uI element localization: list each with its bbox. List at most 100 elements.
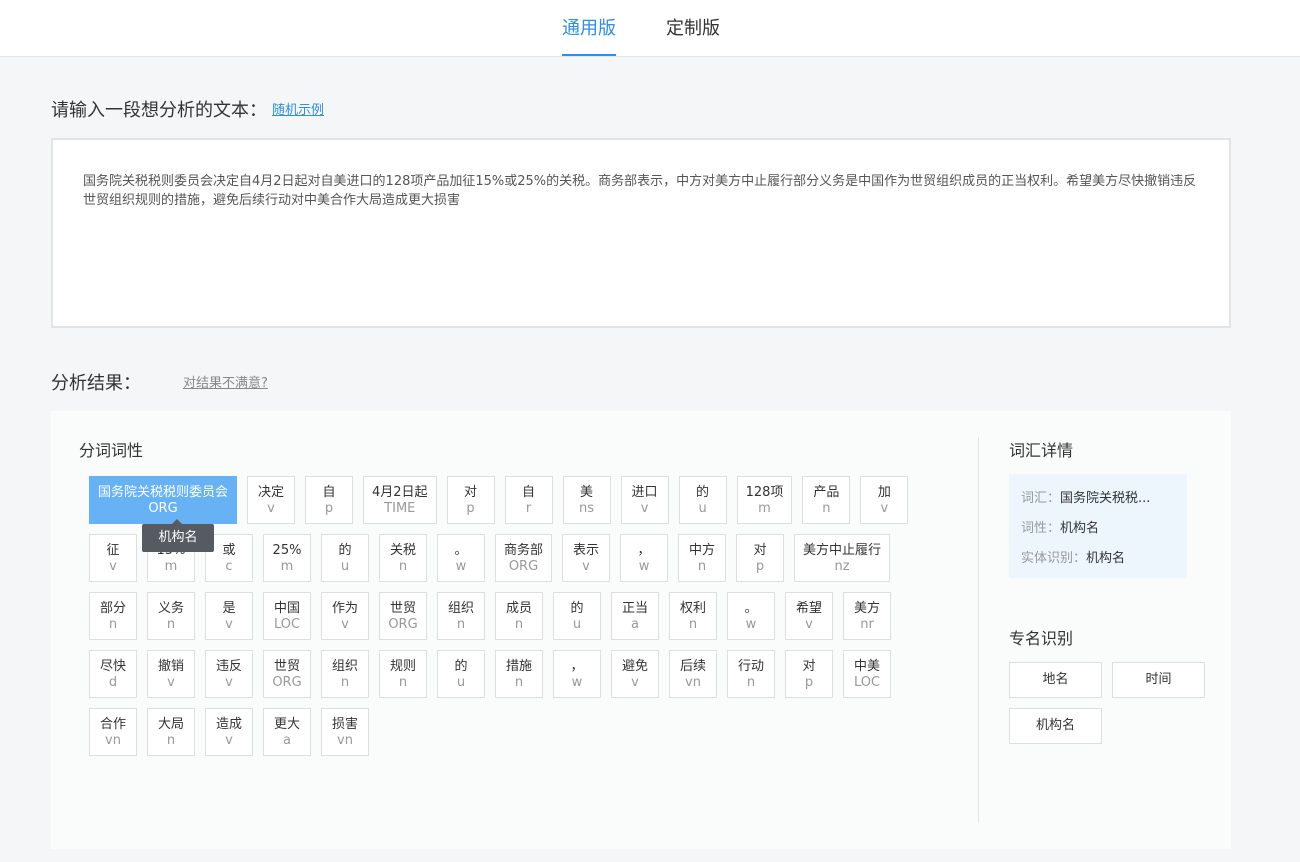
token-chip[interactable]: 对p bbox=[446, 476, 495, 524]
token-chip[interactable]: 作为 v bbox=[321, 592, 369, 640]
top-nav: 通用版 定制版 bbox=[0, 0, 1300, 57]
token-chip[interactable]: 措施 n bbox=[495, 650, 543, 698]
token-chip[interactable]: 组织 n bbox=[437, 592, 485, 640]
token-chip[interactable]: 造成 v bbox=[205, 708, 253, 756]
token-chip[interactable]: 世贸 ORG bbox=[379, 592, 427, 640]
token-chip[interactable]: 征v bbox=[89, 534, 137, 582]
token-chip[interactable]: 关税 n bbox=[379, 534, 427, 582]
token-chip[interactable]: 尽快 d bbox=[89, 650, 137, 698]
detail-word-key: 词汇： bbox=[1021, 491, 1061, 506]
token-chip[interactable]: 表示 v bbox=[562, 534, 611, 582]
token-tag: p bbox=[755, 558, 765, 574]
token-chip[interactable]: 的u bbox=[437, 650, 485, 698]
tooltip-text: 机构名 bbox=[158, 530, 198, 545]
token-chip[interactable]: 权利 n bbox=[669, 592, 717, 640]
token-chip[interactable]: 商务部 ORG bbox=[495, 534, 553, 582]
token-chip[interactable]: 义务 n bbox=[147, 592, 195, 640]
token-word: 25% bbox=[272, 542, 302, 558]
token-word: 征 bbox=[106, 542, 120, 558]
token-chip[interactable]: 避免 v bbox=[611, 650, 659, 698]
token-chip[interactable]: 成员 n bbox=[495, 592, 543, 640]
token-chip[interactable]: 对p bbox=[785, 650, 833, 698]
token-chip[interactable]: 进口 v bbox=[620, 476, 669, 524]
token-tag: w bbox=[571, 674, 583, 690]
token-chip[interactable]: 中方 n bbox=[678, 534, 727, 582]
token-tag: d bbox=[108, 674, 118, 690]
token-chip[interactable]: 中美 LOC bbox=[843, 650, 891, 698]
token-chip[interactable]: ， w bbox=[553, 650, 601, 698]
token-tag: LOC bbox=[853, 674, 881, 690]
token-chip[interactable]: 规则 n bbox=[379, 650, 427, 698]
text-input-area[interactable]: 国务院关税税则委员会决定自4月2日起对自美进口的128项产品加征15%或25%的… bbox=[51, 138, 1231, 328]
token-tag: n bbox=[166, 732, 176, 748]
token-chip[interactable]: 。 w bbox=[437, 534, 485, 582]
tab-general[interactable]: 通用版 bbox=[562, 14, 616, 56]
token-chip[interactable]: 对p bbox=[736, 534, 785, 582]
token-chip[interactable]: 是v bbox=[205, 592, 253, 640]
token-word: 决定 bbox=[258, 484, 285, 500]
token-chip[interactable]: 希望 v bbox=[785, 592, 833, 640]
token-tag: v bbox=[109, 558, 117, 574]
token-chip[interactable]: 美方 nr bbox=[843, 592, 891, 640]
token-word: 中方 bbox=[689, 542, 716, 558]
token-tag: n bbox=[166, 616, 176, 632]
token-chip[interactable]: 的u bbox=[321, 534, 369, 582]
unsatisfied-link[interactable]: 对结果不满意? bbox=[183, 372, 268, 391]
token-word: 损害 bbox=[331, 716, 358, 732]
token-word: 撤销 bbox=[157, 658, 184, 674]
token-word: 产品 bbox=[813, 484, 840, 500]
token-chip[interactable]: 组织 n bbox=[321, 650, 369, 698]
token-chip[interactable]: 后续 vn bbox=[669, 650, 717, 698]
token-chip[interactable]: 损害 vn bbox=[321, 708, 369, 756]
token-tag: v bbox=[582, 558, 590, 574]
token-chip[interactable]: 美 ns bbox=[562, 476, 611, 524]
token-word: 国务院关税税则委员会 bbox=[98, 484, 229, 500]
token-chip[interactable]: 正当 a bbox=[611, 592, 659, 640]
token-chip[interactable]: 4月2日起 TIME bbox=[363, 476, 437, 524]
token-chip[interactable]: 的u bbox=[678, 476, 727, 524]
ner-organization-button[interactable]: 机构名 bbox=[1009, 708, 1102, 744]
token-chip[interactable]: 决定 v bbox=[247, 476, 296, 524]
token-tag: r bbox=[525, 500, 532, 516]
word-detail-title: 词汇详情 bbox=[1009, 441, 1074, 460]
token-word: 4月2日起 bbox=[372, 484, 428, 500]
token-chip[interactable]: 行动 n bbox=[727, 650, 775, 698]
token-tag: a bbox=[283, 732, 291, 748]
token-tag: n bbox=[746, 674, 756, 690]
token-chip[interactable]: 128项 m bbox=[736, 476, 793, 524]
token-chip[interactable]: 部分 n bbox=[89, 592, 137, 640]
input-label: 请输入一段想分析的文本： bbox=[51, 100, 267, 121]
token-tag: ORG bbox=[272, 674, 302, 690]
token-chip[interactable]: 世贸 ORG bbox=[263, 650, 311, 698]
token-chip[interactable]: 25% m bbox=[263, 534, 311, 582]
token-chip[interactable]: 自p bbox=[305, 476, 354, 524]
token-chip[interactable]: ， w bbox=[620, 534, 669, 582]
token-chip[interactable]: 违反 v bbox=[205, 650, 253, 698]
token-chip[interactable]: 加v bbox=[860, 476, 909, 524]
token-tag: v bbox=[225, 616, 233, 632]
ner-location-button[interactable]: 地名 bbox=[1009, 662, 1102, 698]
token-tag: n bbox=[456, 616, 466, 632]
random-example-link[interactable]: 随机示例 bbox=[272, 99, 324, 118]
token-chip[interactable]: 的u bbox=[553, 592, 601, 640]
ner-time-button[interactable]: 时间 bbox=[1112, 662, 1205, 698]
token-word: 的 bbox=[570, 600, 584, 616]
token-chip[interactable]: 国务院关税税则委员会 ORG 机构名 bbox=[89, 476, 238, 552]
token-word: 组织 bbox=[331, 658, 358, 674]
token-word: 进口 bbox=[631, 484, 658, 500]
token-word: 尽快 bbox=[99, 658, 126, 674]
token-chip[interactable]: 合作 vn bbox=[89, 708, 137, 756]
tab-custom[interactable]: 定制版 bbox=[666, 14, 720, 56]
token-chip[interactable]: 自r bbox=[504, 476, 553, 524]
token-chip[interactable]: 撤销 v bbox=[147, 650, 195, 698]
token-tag: u bbox=[698, 500, 707, 516]
token-tag: n bbox=[398, 674, 408, 690]
token-chip[interactable]: 。 w bbox=[727, 592, 775, 640]
token-chip[interactable]: 美方中止履行 nz bbox=[794, 534, 891, 582]
token-chip[interactable]: 大局 n bbox=[147, 708, 195, 756]
token-chip[interactable]: 产品 n bbox=[802, 476, 851, 524]
token-chip[interactable]: 更大 a bbox=[263, 708, 311, 756]
detail-ner-row: 实体识别：机构名 bbox=[1021, 544, 1175, 574]
token-chip[interactable]: 中国 LOC bbox=[263, 592, 311, 640]
detail-ner-key: 实体识别： bbox=[1021, 551, 1087, 566]
